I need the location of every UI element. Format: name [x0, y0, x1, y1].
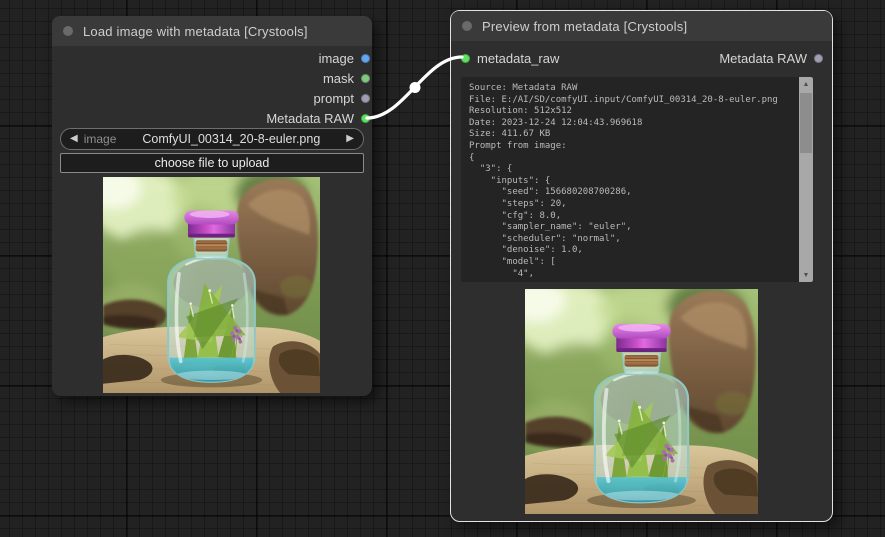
load-image-node[interactable]: Load image with metadata [Crystools] ima… [52, 16, 372, 396]
metadata-image-preview [525, 289, 758, 514]
jar-image [103, 177, 320, 393]
output-slot-prompt[interactable]: prompt [314, 88, 371, 108]
scrollbar-thumb[interactable] [800, 93, 812, 153]
output-slot-metadata-raw[interactable]: Metadata RAW [719, 51, 823, 66]
link-wire [365, 55, 464, 120]
input-dot-metadata-raw[interactable] [461, 53, 470, 63]
output-slot-mask[interactable]: mask [323, 68, 371, 88]
choose-file-button[interactable]: choose file to upload [60, 153, 364, 173]
preview-node-header[interactable]: Preview from metadata [Crystools] [451, 11, 832, 41]
output-label: mask [322, 70, 354, 86]
load-node-header[interactable]: Load image with metadata [Crystools] [52, 16, 372, 46]
combo-widget-label: image [83, 132, 117, 146]
combo-right-arrow-icon[interactable]: ▶ [346, 134, 354, 144]
link-midpoint-dot[interactable] [409, 82, 421, 93]
metadata-textarea[interactable]: Source: Metadata RAW File: E:/AI/SD/comf… [461, 77, 813, 282]
output-dot-metadata-raw[interactable] [814, 53, 823, 63]
output-label: prompt [313, 90, 354, 106]
output-label: Metadata RAW [266, 110, 354, 126]
collapse-dot-icon[interactable] [63, 26, 73, 36]
output-label: Metadata RAW [719, 50, 807, 66]
input-slot-metadata-raw[interactable]: metadata_raw [461, 51, 559, 66]
io-row: metadata_raw Metadata RAW [461, 48, 823, 68]
scroll-up-icon[interactable]: ▲ [799, 77, 813, 91]
metadata-text[interactable]: Source: Metadata RAW File: E:/AI/SD/comf… [461, 77, 799, 282]
preview-metadata-node[interactable]: Preview from metadata [Crystools] metada… [450, 10, 833, 522]
node-title: Preview from metadata [Crystools] [482, 18, 688, 34]
node-graph-canvas[interactable]: Load image with metadata [Crystools] ima… [0, 0, 885, 537]
node-title: Load image with metadata [Crystools] [83, 23, 308, 39]
scroll-down-icon[interactable]: ▼ [799, 268, 813, 282]
output-dot-metadata-raw[interactable] [361, 113, 370, 123]
input-label: metadata_raw [477, 50, 560, 66]
output-dot-prompt[interactable] [361, 93, 370, 103]
loaded-image-preview [103, 177, 320, 393]
output-dot-mask[interactable] [361, 73, 370, 83]
jar-image [525, 289, 758, 514]
output-slot-image[interactable]: image [319, 48, 371, 68]
output-label: image [318, 50, 354, 66]
collapse-dot-icon[interactable] [462, 21, 472, 31]
output-dot-image[interactable] [361, 53, 370, 63]
combo-widget-value: ComfyUI_00314_20-8-euler.png [142, 132, 321, 146]
scrollbar[interactable]: ▲ ▼ [799, 77, 813, 282]
combo-left-arrow-icon[interactable]: ◀ [70, 134, 78, 144]
image-combo-widget[interactable]: ◀ image ComfyUI_00314_20-8-euler.png ▶ [60, 128, 364, 150]
output-slot-metadata-raw[interactable]: Metadata RAW [266, 108, 371, 128]
